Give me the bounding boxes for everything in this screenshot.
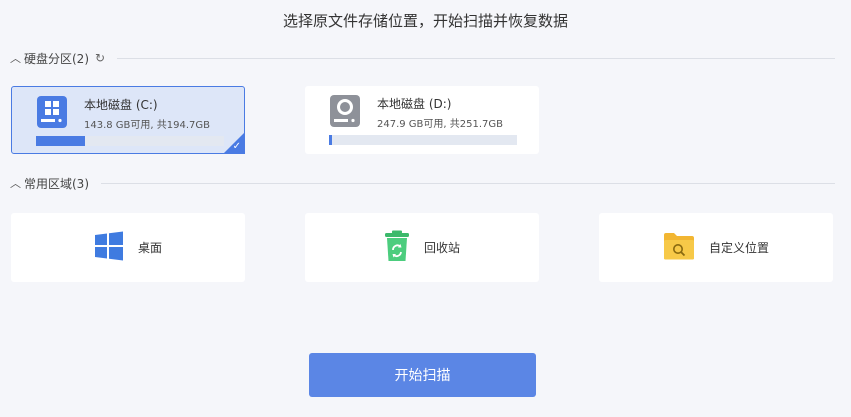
section-divider bbox=[101, 182, 835, 184]
drive-usage-fill bbox=[36, 136, 85, 146]
area-label: 自定义位置 bbox=[708, 241, 769, 255]
drive-card-d[interactable]: 本地磁盘 (D:) 247.9 GB可用, 共251.7GB bbox=[305, 86, 539, 154]
area-card-desktop[interactable]: 桌面 bbox=[11, 213, 245, 282]
start-scan-button[interactable]: 开始扫描 bbox=[309, 353, 536, 397]
hard-drive-icon bbox=[329, 94, 361, 132]
page-title: 选择原文件存储位置，开始扫描并恢复数据 bbox=[282, 12, 568, 30]
drive-usage: 247.9 GB可用, 共251.7GB bbox=[377, 119, 504, 130]
windows-desktop-icon bbox=[94, 231, 124, 265]
area-label: 桌面 bbox=[137, 241, 162, 255]
drive-usage: 143.8 GB可用, 共194.7GB bbox=[84, 120, 211, 131]
drive-card-c[interactable]: 本地磁盘 (C:) 143.8 GB可用, 共194.7GB ✓ bbox=[11, 86, 245, 154]
area-card-recycle-bin[interactable]: 回收站 bbox=[305, 213, 539, 282]
disks-section-header[interactable]: ︿ 硬盘分区(2) ↻ bbox=[10, 49, 835, 67]
section-divider bbox=[117, 57, 835, 59]
area-label: 回收站 bbox=[423, 241, 460, 255]
drive-usage-fill bbox=[329, 135, 332, 145]
recycle-bin-icon bbox=[384, 230, 410, 266]
chevron-up-icon[interactable]: ︿ bbox=[10, 50, 24, 66]
windows-drive-icon bbox=[36, 95, 68, 133]
check-icon: ✓ bbox=[232, 141, 241, 152]
areas-section-header[interactable]: ︿ 常用区域(3) bbox=[10, 174, 835, 192]
drive-usage-bar bbox=[36, 136, 224, 146]
drive-usage-bar bbox=[329, 135, 517, 145]
chevron-up-icon[interactable]: ︿ bbox=[10, 175, 24, 191]
disks-section-label: 硬盘分区(2) bbox=[24, 51, 89, 66]
drive-name: 本地磁盘 (D:) bbox=[377, 97, 452, 111]
area-card-custom-location[interactable]: 自定义位置 bbox=[599, 213, 833, 282]
refresh-icon[interactable]: ↻ bbox=[95, 51, 105, 65]
drive-name: 本地磁盘 (C:) bbox=[84, 98, 158, 112]
folder-search-icon bbox=[663, 232, 695, 264]
areas-section-label: 常用区域(3) bbox=[24, 176, 89, 191]
